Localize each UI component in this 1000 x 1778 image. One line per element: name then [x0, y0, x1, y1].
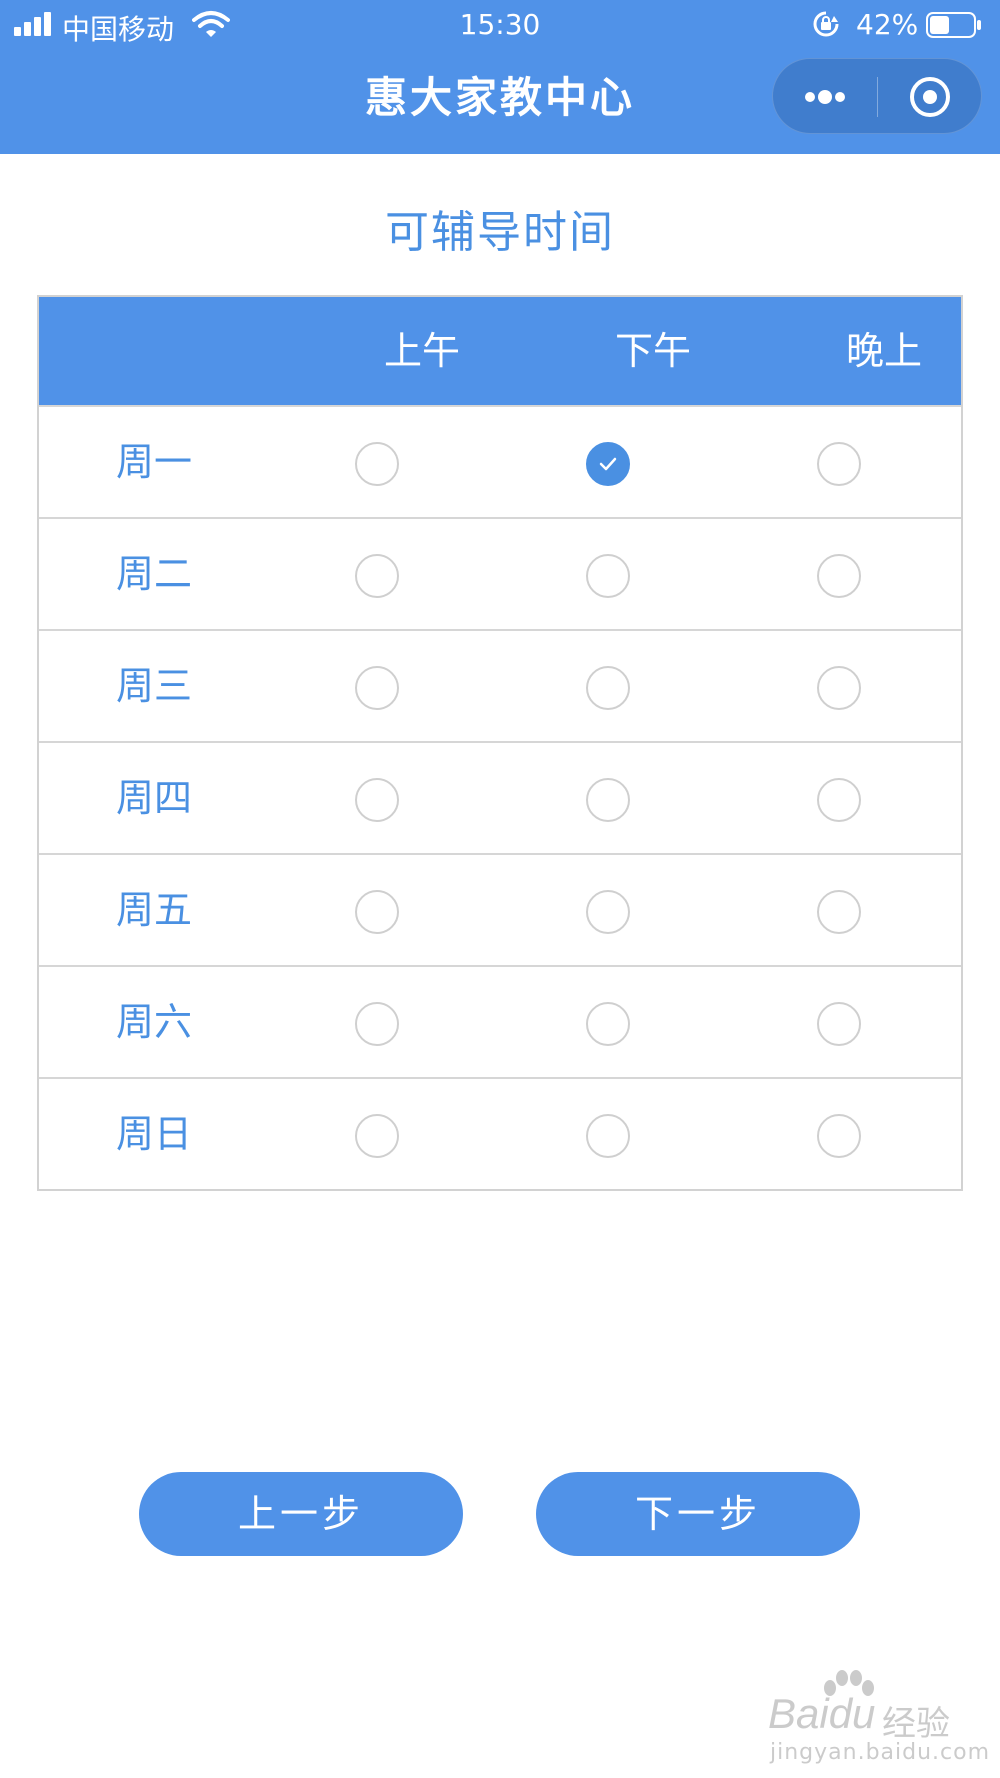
time-slot-radio[interactable] — [586, 1114, 630, 1158]
table-row: 周三 — [39, 631, 961, 743]
column-header-morning: 上午 — [383, 329, 460, 373]
time-slot-radio[interactable] — [586, 666, 630, 710]
time-slot-radio[interactable] — [586, 1002, 630, 1046]
status-bar: 中国移动 15:30 42% — [0, 0, 1000, 50]
watermark-url: jingyan.baidu.com — [770, 1740, 991, 1765]
time-slot-radio[interactable] — [817, 442, 861, 486]
table-body: 周一周二周三周四周五周六周日 — [39, 407, 961, 1189]
time-slot-radio[interactable] — [817, 778, 861, 822]
day-label: 周六 — [115, 1000, 192, 1044]
table-row: 周五 — [39, 855, 961, 967]
time-slot-radio[interactable] — [355, 442, 399, 486]
next-step-button[interactable]: 下一步 — [536, 1472, 860, 1556]
column-header-afternoon: 下午 — [614, 329, 691, 373]
time-slot-radio[interactable] — [355, 778, 399, 822]
time-slot-radio[interactable] — [817, 890, 861, 934]
paw-icon — [824, 1670, 874, 1696]
status-time: 15:30 — [459, 8, 541, 41]
day-label: 周日 — [115, 1112, 192, 1156]
section-title: 可辅导时间 — [385, 207, 615, 258]
table-header: 上午 下午 晚上 — [39, 297, 961, 407]
table-row: 周一 — [39, 407, 961, 519]
time-slot-radio[interactable] — [817, 1114, 861, 1158]
day-label: 周四 — [115, 776, 192, 820]
day-label: 周二 — [115, 552, 192, 596]
more-dots-icon — [805, 90, 845, 104]
time-slot-radio[interactable] — [817, 666, 861, 710]
time-slot-radio[interactable] — [586, 778, 630, 822]
time-slot-radio[interactable] — [817, 554, 861, 598]
table-row: 周六 — [39, 967, 961, 1079]
table-row: 周日 — [39, 1079, 961, 1189]
top-bar: 中国移动 15:30 42% 惠大家教中心 — [0, 0, 1000, 154]
time-slot-radio[interactable] — [355, 890, 399, 934]
mini-program-capsule — [772, 58, 982, 134]
time-slot-radio[interactable] — [817, 1002, 861, 1046]
time-slot-radio[interactable] — [586, 442, 630, 486]
watermark-name: 经验 — [882, 1704, 950, 1744]
battery-icon — [926, 12, 981, 38]
rotation-lock-icon — [813, 11, 839, 37]
previous-step-button[interactable]: 上一步 — [139, 1472, 463, 1556]
baidu-jingyan-watermark: Baidu 经验 jingyan.baidu.com — [760, 1670, 990, 1770]
column-header-evening: 晚上 — [845, 329, 922, 373]
day-label: 周五 — [115, 888, 192, 932]
battery-percent: 42% — [856, 8, 919, 41]
time-slot-radio[interactable] — [355, 1002, 399, 1046]
close-mini-program-button[interactable] — [878, 59, 982, 135]
schedule-table: 上午 下午 晚上 周一周二周三周四周五周六周日 — [37, 295, 963, 1191]
target-close-icon — [910, 77, 950, 117]
table-row: 周四 — [39, 743, 961, 855]
table-row: 周二 — [39, 519, 961, 631]
more-options-button[interactable] — [773, 59, 877, 135]
day-label: 周三 — [115, 664, 192, 708]
day-label: 周一 — [115, 440, 192, 484]
checkmark-icon — [599, 457, 617, 471]
time-slot-radio[interactable] — [355, 1114, 399, 1158]
time-slot-radio[interactable] — [586, 554, 630, 598]
time-slot-radio[interactable] — [355, 554, 399, 598]
time-slot-radio[interactable] — [586, 890, 630, 934]
time-slot-radio[interactable] — [355, 666, 399, 710]
